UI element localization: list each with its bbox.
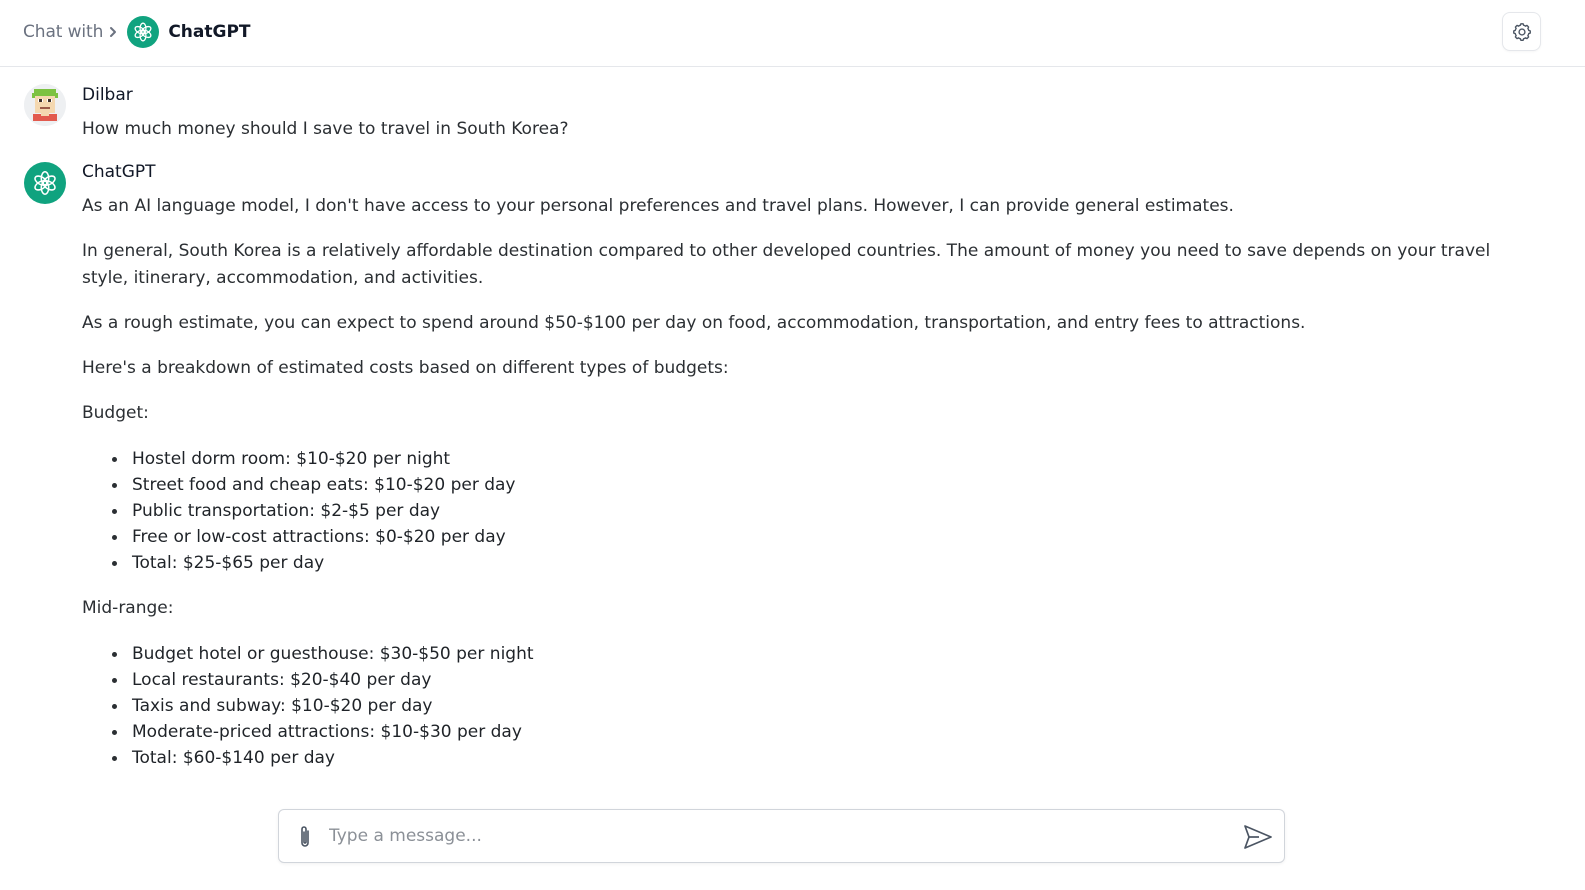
section-heading-budget: Budget: (82, 403, 149, 423)
paperclip-icon (297, 824, 313, 850)
list-item: Hostel dorm room: $10-$20 per night (112, 446, 1502, 472)
user-avatar (24, 84, 66, 126)
gear-icon (1511, 21, 1533, 43)
list-item: Taxis and subway: $10-$20 per day (112, 693, 1502, 719)
breadcrumb: Chat with ChatGPT (23, 16, 251, 48)
top-bar: Chat with ChatGPT (0, 0, 1585, 67)
attach-button[interactable] (293, 823, 317, 851)
list-item: Local restaurants: $20-$40 per day (112, 667, 1502, 693)
bot-paragraph: In general, South Korea is a relatively … (82, 241, 1491, 288)
user-name: Dilbar (82, 85, 133, 105)
send-button[interactable] (1242, 822, 1274, 852)
list-item: Street food and cheap eats: $10-$20 per … (112, 472, 1502, 498)
list-item: Total: $25-$65 per day (112, 550, 1502, 576)
list-item: Moderate-priced attractions: $10-$30 per… (112, 719, 1502, 745)
bot-paragraph: As a rough estimate, you can expect to s… (82, 313, 1306, 333)
mid-range-list: Budget hotel or guesthouse: $30-$50 per … (112, 641, 1502, 771)
chevron-right-icon (109, 26, 117, 38)
user-message-text: How much money should I save to travel i… (82, 119, 569, 139)
openai-logo-icon (31, 169, 59, 197)
user-message-body: Dilbar How much money should I save to t… (82, 84, 1502, 143)
bot-message-body: ChatGPT As an AI language model, I don't… (82, 161, 1502, 771)
bot-name-title: ChatGPT (168, 22, 251, 42)
list-item: Public transportation: $2-$5 per day (112, 498, 1502, 524)
list-item: Budget hotel or guesthouse: $30-$50 per … (112, 641, 1502, 667)
send-icon (1243, 824, 1273, 850)
message-composer (278, 809, 1285, 863)
message-input[interactable] (329, 820, 1209, 852)
bot-avatar (24, 162, 66, 204)
bot-sender-name: ChatGPT (82, 162, 156, 182)
bot-paragraph: Here's a breakdown of estimated costs ba… (82, 358, 729, 378)
list-item: Total: $60-$140 per day (112, 745, 1502, 771)
section-heading-mid-range: Mid-range: (82, 598, 174, 618)
bot-paragraph: As an AI language model, I don't have ac… (82, 196, 1234, 216)
budget-list: Hostel dorm room: $10-$20 per night Stre… (112, 446, 1502, 576)
settings-button[interactable] (1502, 12, 1541, 51)
openai-logo-icon (127, 16, 160, 48)
breadcrumb-label: Chat with (23, 22, 104, 42)
list-item: Free or low-cost attractions: $0-$20 per… (112, 524, 1502, 550)
